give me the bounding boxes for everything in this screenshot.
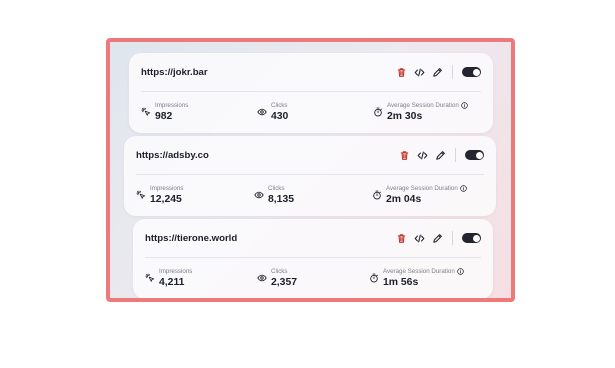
code-icon[interactable] [417, 150, 428, 161]
card-divider [141, 91, 481, 92]
card-stats: Impressions 12,245 Clicks 8,135 Average … [136, 180, 484, 210]
duration-stat: Average Session Duration 2m 30s [373, 97, 468, 127]
stopwatch-icon [373, 107, 383, 117]
ad-card: https://jokr.bar Impressions 982 Clicks … [129, 53, 493, 133]
ad-card: https://adsby.co Impressions 12,245 Clic… [124, 136, 496, 216]
stopwatch-icon [369, 273, 379, 283]
action-divider [452, 231, 453, 245]
ad-card: https://tierone.world Impressions 4,211 … [133, 219, 493, 298]
impressions-stat: Impressions 12,245 [136, 180, 183, 210]
card-actions [396, 231, 481, 245]
impressions-label: Impressions [159, 267, 193, 275]
duration-label-row: Average Session Duration [386, 185, 467, 193]
clicks-label: Clicks [271, 267, 288, 275]
card-header: https://tierone.world [133, 219, 493, 257]
impressions-stat: Impressions 982 [141, 97, 188, 127]
impressions-stat: Impressions 4,211 [145, 263, 192, 293]
trash-icon[interactable] [396, 233, 407, 244]
clicks-stat: Clicks 8,135 [254, 180, 294, 210]
duration-label: Average Session Duration [386, 184, 458, 192]
card-header: https://adsby.co [124, 136, 496, 174]
sparkle-cursor-icon [141, 107, 151, 117]
impressions-label: Impressions [150, 184, 184, 192]
enable-toggle[interactable] [465, 150, 484, 160]
duration-value: 2m 30s [387, 110, 423, 122]
clicks-label: Clicks [268, 184, 285, 192]
ad-url[interactable]: https://adsby.co [136, 150, 399, 161]
card-stats: Impressions 4,211 Clicks 2,357 Average S… [145, 263, 481, 293]
impressions-value: 12,245 [150, 193, 182, 205]
ad-list-panel: https://jokr.bar Impressions 982 Clicks … [106, 38, 515, 302]
pencil-icon[interactable] [432, 67, 443, 78]
info-icon[interactable] [461, 102, 468, 109]
duration-stat: Average Session Duration 1m 56s [369, 263, 464, 293]
ad-url[interactable]: https://jokr.bar [141, 67, 396, 78]
duration-value: 2m 04s [386, 193, 422, 205]
trash-icon[interactable] [399, 150, 410, 161]
clicks-value: 2,357 [271, 276, 298, 288]
action-divider [452, 65, 453, 79]
duration-value: 1m 56s [383, 276, 419, 288]
card-stats: Impressions 982 Clicks 430 Average Sessi… [141, 97, 481, 127]
impressions-label: Impressions [155, 101, 189, 109]
duration-stat: Average Session Duration 2m 04s [372, 180, 467, 210]
code-icon[interactable] [414, 233, 425, 244]
eye-icon [257, 107, 267, 117]
action-divider [455, 148, 456, 162]
impressions-value: 4,211 [159, 276, 185, 288]
duration-label: Average Session Duration [387, 101, 459, 109]
clicks-stat: Clicks 430 [257, 97, 288, 127]
duration-label-row: Average Session Duration [387, 102, 468, 110]
eye-icon [254, 190, 264, 200]
card-divider [145, 257, 481, 258]
pencil-icon[interactable] [435, 150, 446, 161]
stopwatch-icon [372, 190, 382, 200]
clicks-label: Clicks [271, 101, 288, 109]
clicks-stat: Clicks 2,357 [257, 263, 297, 293]
eye-icon [257, 273, 267, 283]
clicks-value: 8,135 [268, 193, 295, 205]
card-actions [396, 65, 481, 79]
enable-toggle[interactable] [462, 233, 481, 243]
card-divider [136, 174, 484, 175]
clicks-value: 430 [271, 110, 289, 122]
pencil-icon[interactable] [432, 233, 443, 244]
trash-icon[interactable] [396, 67, 407, 78]
ad-url[interactable]: https://tierone.world [145, 233, 396, 244]
duration-label: Average Session Duration [383, 267, 455, 275]
code-icon[interactable] [414, 67, 425, 78]
impressions-value: 982 [155, 110, 173, 122]
duration-label-row: Average Session Duration [383, 268, 464, 276]
info-icon[interactable] [457, 268, 464, 275]
sparkle-cursor-icon [136, 190, 146, 200]
card-actions [399, 148, 484, 162]
card-header: https://jokr.bar [129, 53, 493, 91]
info-icon[interactable] [460, 185, 467, 192]
enable-toggle[interactable] [462, 67, 481, 77]
sparkle-cursor-icon [145, 273, 155, 283]
